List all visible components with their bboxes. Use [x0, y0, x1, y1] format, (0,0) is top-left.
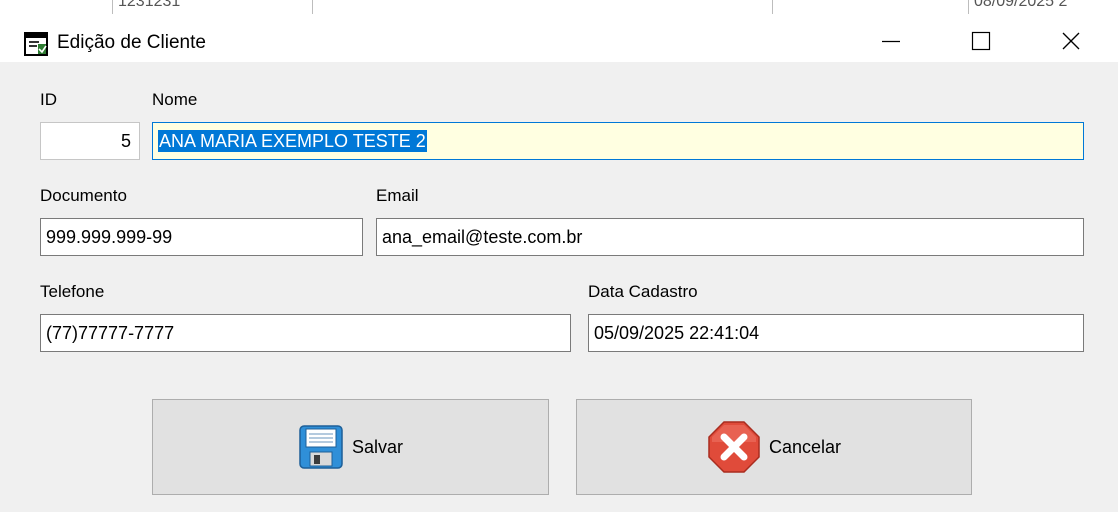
- cancel-button[interactable]: Cancelar: [576, 399, 972, 495]
- background-column-separator: [112, 0, 113, 14]
- background-window-strip: 1231231 08/09/2025 2: [0, 0, 1118, 15]
- nome-field[interactable]: ANA MARIA EXEMPLO TESTE 2: [152, 122, 1084, 160]
- data-cadastro-field[interactable]: 05/09/2025 22:41:04: [588, 314, 1084, 352]
- edit-client-dialog: Edição de Cliente ID 5 Nome ANA MARIA EX…: [0, 14, 1118, 512]
- documento-label: Documento: [40, 186, 127, 205]
- form-window-icon: [24, 32, 48, 56]
- maximize-icon: [971, 31, 991, 51]
- save-button-label: Salvar: [351, 436, 404, 457]
- save-button[interactable]: Salvar: [152, 399, 549, 495]
- background-column-separator: [772, 0, 773, 14]
- background-column-separator: [968, 0, 969, 14]
- close-button[interactable]: [1048, 22, 1094, 60]
- dialog-client-area: ID 5 Nome ANA MARIA EXEMPLO TESTE 2 Docu…: [0, 62, 1118, 512]
- telefone-field[interactable]: (77)77777-7777: [40, 314, 571, 352]
- close-icon: [1062, 32, 1080, 50]
- background-cell: 1231231: [118, 0, 181, 10]
- maximize-button[interactable]: [958, 22, 1004, 60]
- nome-label: Nome: [152, 90, 198, 109]
- minimize-button[interactable]: [868, 22, 914, 60]
- documento-field[interactable]: 999.999.999-99: [40, 218, 363, 256]
- email-label: Email: [376, 186, 419, 205]
- telefone-label: Telefone: [40, 282, 105, 301]
- floppy-disk-icon: [299, 425, 343, 469]
- title-bar[interactable]: Edição de Cliente: [0, 14, 1118, 62]
- background-cell: 08/09/2025 2: [974, 0, 1068, 10]
- cancel-button-label: Cancelar: [768, 436, 842, 457]
- cancel-x-icon: [708, 421, 760, 473]
- background-column-separator: [312, 0, 313, 14]
- id-field[interactable]: 5: [40, 122, 140, 160]
- email-field[interactable]: ana_email@teste.com.br: [376, 218, 1084, 256]
- id-label: ID: [40, 90, 57, 109]
- window-title: Edição de Cliente: [57, 32, 206, 53]
- nome-field-selected-text: ANA MARIA EXEMPLO TESTE 2: [158, 130, 427, 152]
- data-cadastro-label: Data Cadastro: [588, 282, 698, 301]
- minimize-icon: [882, 40, 900, 43]
